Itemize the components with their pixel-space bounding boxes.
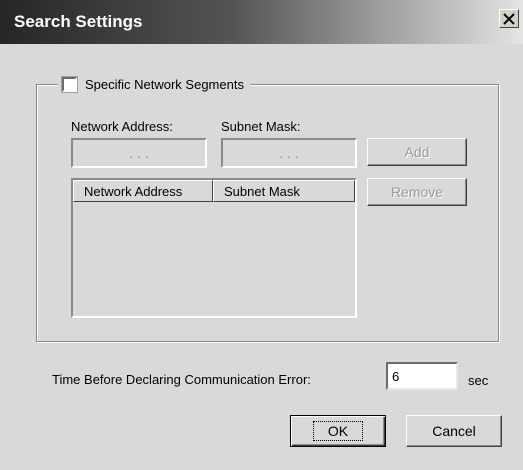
search-settings-dialog: Search Settings Specific Network Segment… [0, 0, 523, 470]
column-subnet-mask[interactable]: Subnet Mask [213, 180, 355, 202]
network-address-field[interactable]: . . . [71, 138, 207, 168]
ok-label: OK [312, 421, 364, 441]
subnet-mask-label: Subnet Mask: [221, 119, 301, 134]
ip-dots: . . . [279, 145, 299, 161]
column-network-address[interactable]: Network Address [73, 180, 213, 202]
subnet-mask-field[interactable]: . . . [221, 138, 357, 168]
specific-segments-checkbox[interactable] [61, 75, 78, 93]
dialog-body: Specific Network Segments Network Addres… [0, 44, 523, 470]
timeout-unit: sec [468, 373, 489, 388]
timeout-label: Time Before Declaring Communication Erro… [52, 372, 311, 387]
add-button[interactable]: Add [367, 138, 467, 166]
close-icon [503, 12, 515, 25]
close-button[interactable] [499, 9, 519, 28]
dialog-title: Search Settings [14, 12, 143, 31]
segments-checkbox-row[interactable]: Specific Network Segments [58, 74, 250, 94]
list-header: Network Address Subnet Mask [73, 180, 355, 202]
ok-button[interactable]: OK [290, 415, 386, 447]
title-bar: Search Settings [0, 0, 523, 44]
specific-segments-label: Specific Network Segments [85, 76, 244, 92]
cancel-button[interactable]: Cancel [406, 415, 502, 447]
network-address-label: Network Address: [71, 119, 173, 134]
timeout-input[interactable] [386, 362, 458, 390]
segments-list[interactable]: Network Address Subnet Mask [71, 178, 357, 318]
remove-button[interactable]: Remove [367, 178, 467, 206]
ip-dots: . . . [129, 145, 149, 161]
